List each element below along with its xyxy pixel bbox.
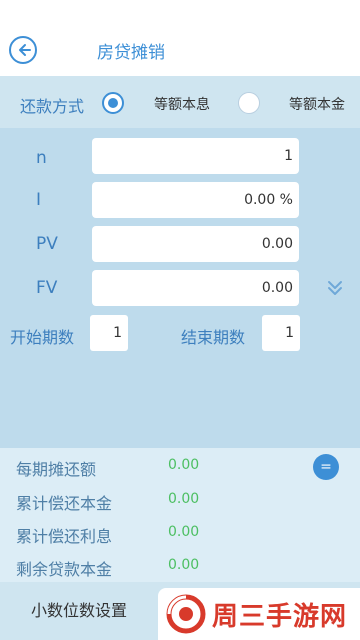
end-period-input[interactable]: 1	[262, 315, 300, 351]
watermark-badge: 周三手游网	[158, 588, 360, 640]
repayment-method-row: 还款方式 等额本息 等额本金	[0, 76, 360, 128]
field-label-pv: PV	[36, 234, 58, 254]
fv-input[interactable]: 0.00	[92, 270, 299, 306]
n-input[interactable]: 1	[92, 138, 299, 174]
option-equal-installment-label[interactable]: 等额本息	[154, 94, 210, 114]
back-button[interactable]	[9, 36, 37, 64]
field-label-fv: FV	[36, 278, 58, 298]
interest-input[interactable]: 0.00 %	[92, 182, 299, 218]
watermark-logo-icon	[166, 594, 206, 634]
decimal-settings-button[interactable]: 小数位数设置	[0, 582, 158, 640]
start-period-label: 开始期数	[10, 328, 75, 347]
field-label-n: n	[36, 148, 47, 168]
end-period-label: 结束期数	[181, 328, 246, 347]
field-label-i: I	[36, 190, 42, 210]
result-value-payment: 0.00	[168, 457, 200, 473]
result-label-remaining: 剩余贷款本金	[16, 560, 113, 579]
footer-bar: 小数位数设置 周三手游网	[0, 582, 360, 640]
radio-equal-principal[interactable]	[238, 92, 260, 114]
result-value-principal: 0.00	[168, 491, 200, 507]
back-arrow-icon	[19, 44, 31, 56]
chevron-double-down-icon[interactable]	[325, 278, 345, 298]
result-label-interest: 累计偿还利息	[16, 527, 113, 546]
result-value-remaining: 0.00	[168, 557, 200, 573]
result-label-principal: 累计偿还本金	[16, 494, 113, 513]
repayment-method-label: 还款方式	[20, 97, 85, 116]
page-title: 房贷摊销	[97, 43, 165, 63]
pv-input[interactable]: 0.00	[92, 226, 299, 262]
app-header: 房贷摊销	[0, 0, 360, 76]
result-value-interest: 0.00	[168, 524, 200, 540]
radio-selected-dot	[108, 98, 118, 108]
input-form: n 1 I 0.00 % PV 0.00 FV 0.00 开始期数 1 结束期数…	[0, 128, 360, 448]
results-panel: 每期摊还额 0.00 = 累计偿还本金 0.00 累计偿还利息 0.00 剩余贷…	[0, 448, 360, 582]
result-label-payment: 每期摊还额	[16, 460, 97, 479]
calculate-button[interactable]: =	[313, 454, 339, 480]
start-period-input[interactable]: 1	[90, 315, 128, 351]
option-equal-principal-label[interactable]: 等额本金	[289, 94, 345, 114]
watermark-text: 周三手游网	[212, 602, 348, 632]
radio-equal-installment[interactable]	[102, 92, 124, 114]
